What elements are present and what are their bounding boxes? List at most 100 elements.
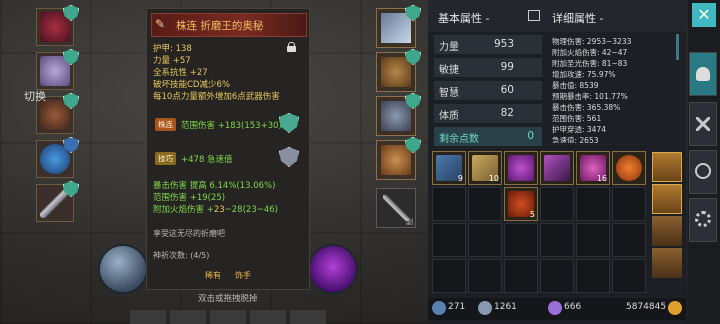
gear-slot-weapon[interactable] (36, 181, 79, 222)
inventory-slot[interactable] (612, 151, 646, 185)
inventory-slot[interactable]: 10 (468, 151, 502, 185)
detail-attributes-tab[interactable]: 详细属性 - (552, 10, 603, 26)
detail-line: 护甲穿透: 3474 (552, 125, 606, 134)
lock-icon[interactable] (287, 42, 296, 52)
tooltip-header: ✎ 株连 折磨王的奥秘 (151, 13, 307, 37)
detail-line: 预期暴击率: 101.77% (552, 92, 628, 101)
currency-3: 666 (564, 302, 582, 312)
hotbar-slot[interactable] (170, 310, 206, 324)
inventory-slot[interactable]: 16 (576, 151, 610, 185)
spear-icon (544, 155, 570, 181)
sword-icon: ✎ (155, 17, 166, 31)
hotbar-slot[interactable] (130, 310, 166, 324)
gear-slot-boots[interactable] (376, 93, 421, 136)
stat-line: 破坏技能CD减少6% (153, 80, 230, 90)
item-title: 株连 折磨王的奥秘 (176, 20, 264, 32)
skill-button-demon[interactable] (308, 244, 358, 294)
inventory-slot[interactable] (432, 187, 466, 221)
boots-icon (381, 101, 411, 131)
gear-slot-belt[interactable] (376, 137, 421, 180)
inventory-slot[interactable] (576, 223, 610, 257)
gear-slot-ring[interactable] (36, 137, 79, 178)
inventory-slot[interactable] (468, 223, 502, 257)
unequip-hint: 双击或拖拽脱掉 (198, 294, 258, 304)
currency-bar: 271 1261 666 5874845 (428, 298, 686, 320)
tab-character[interactable] (689, 52, 717, 96)
inventory-slot[interactable] (540, 223, 574, 257)
currency-1: 271 (448, 302, 466, 312)
gem-bonus-text: +478 急速值 (181, 155, 233, 165)
stat-line: 每10点力量额外增加6点武器伤害 (153, 92, 280, 102)
basic-attributes-tab[interactable]: 基本属性 - (438, 10, 489, 26)
chest-icon[interactable] (652, 216, 682, 246)
potion-icon (508, 155, 534, 181)
close-button[interactable]: ✕ (692, 3, 716, 27)
inventory-slot[interactable] (612, 223, 646, 257)
hotbar-slot[interactable] (290, 310, 326, 324)
detail-line: 暴击伤害: 365.38% (552, 103, 621, 112)
detail-line: 物理伤害: 2953~3233 (552, 37, 632, 46)
hotbar-slot[interactable] (250, 310, 286, 324)
save-icon[interactable] (528, 10, 540, 21)
chest-icon[interactable] (652, 248, 682, 278)
slot-type-label: 饰手 (235, 271, 251, 280)
pumpkin-icon (616, 155, 642, 181)
inventory-slot[interactable] (504, 151, 538, 185)
stat-agility: 敏捷 99 (434, 58, 542, 77)
rarity-label: 稀有 (205, 271, 221, 280)
gem-tag: 技巧 (155, 152, 176, 165)
stats-header: 基本属性 - 详细属性 - (428, 0, 686, 32)
bonus-line: 暴击伤害 提高 6.14%(13.06%) (153, 181, 276, 191)
inventory-slot[interactable] (504, 223, 538, 257)
inventory-slot[interactable] (540, 151, 574, 185)
gear-icon (695, 211, 711, 227)
detail-scrollbar[interactable] (676, 34, 679, 60)
inventory-slot[interactable] (612, 187, 646, 221)
crossed-swords-icon (696, 117, 710, 131)
gray-gem-icon (279, 147, 299, 167)
green-gem-icon (279, 113, 299, 133)
inventory-slot[interactable] (540, 187, 574, 221)
hotbar-slot[interactable] (210, 310, 246, 324)
skill-button-spear[interactable] (98, 244, 148, 294)
gear-slot-helmet[interactable] (36, 5, 79, 46)
gem-bonus-text: 范围伤害 +183(153+30) (181, 121, 282, 131)
gold-coin-icon (668, 301, 682, 315)
remaining-points[interactable]: 剩余点数 0 (434, 127, 542, 146)
inventory-slot[interactable]: 9 (432, 151, 466, 185)
flavor-text: 享受这无尽的折磨吧 (153, 229, 225, 238)
tab-settings[interactable] (689, 198, 717, 242)
detail-line: 范围伤害: 561 (552, 114, 602, 123)
inventory-slot[interactable] (468, 259, 502, 293)
switch-label[interactable]: 切换 (24, 88, 46, 104)
gear-slot-amulet[interactable] (376, 5, 421, 48)
chest-icon[interactable] (652, 152, 682, 182)
gear-slot-shoulder[interactable] (36, 49, 79, 90)
tab-runes[interactable] (689, 150, 717, 194)
inventory-slot[interactable] (576, 187, 610, 221)
inventory-slot[interactable] (432, 223, 466, 257)
currency-2: 1261 (494, 302, 517, 312)
inventory-slot[interactable]: 5 (504, 187, 538, 221)
gold-amount: 5874845 (626, 302, 667, 312)
tab-skills[interactable] (689, 102, 717, 146)
gear-slot-gloves[interactable] (376, 49, 421, 92)
currency-3-icon (548, 301, 562, 315)
inventory-slot[interactable] (432, 259, 466, 293)
gem-tag: 株连 (155, 118, 176, 131)
stat-constitution: 体质 82 (434, 104, 542, 123)
inventory-slot[interactable] (540, 259, 574, 293)
inventory-slot[interactable] (612, 259, 646, 293)
rune-circle-icon (695, 163, 711, 179)
inventory-slot[interactable] (504, 259, 538, 293)
gear-slot-offhand[interactable]: 副 (376, 188, 416, 228)
inventory-slot[interactable] (576, 259, 610, 293)
amulet-icon (381, 13, 411, 43)
forge-count: 神祈次数: (4/5) (153, 251, 210, 260)
chest-icon[interactable] (652, 184, 682, 214)
inventory-slot[interactable] (468, 187, 502, 221)
stat-line: 护甲: 138 (153, 44, 192, 54)
stats-panel: 基本属性 - 详细属性 - 力量 953 敏捷 99 智慧 60 体质 82 剩余点数 0… (428, 0, 686, 324)
detail-line: 附加火焰伤害: 42~47 (552, 48, 628, 57)
currency-2-icon (478, 301, 492, 315)
